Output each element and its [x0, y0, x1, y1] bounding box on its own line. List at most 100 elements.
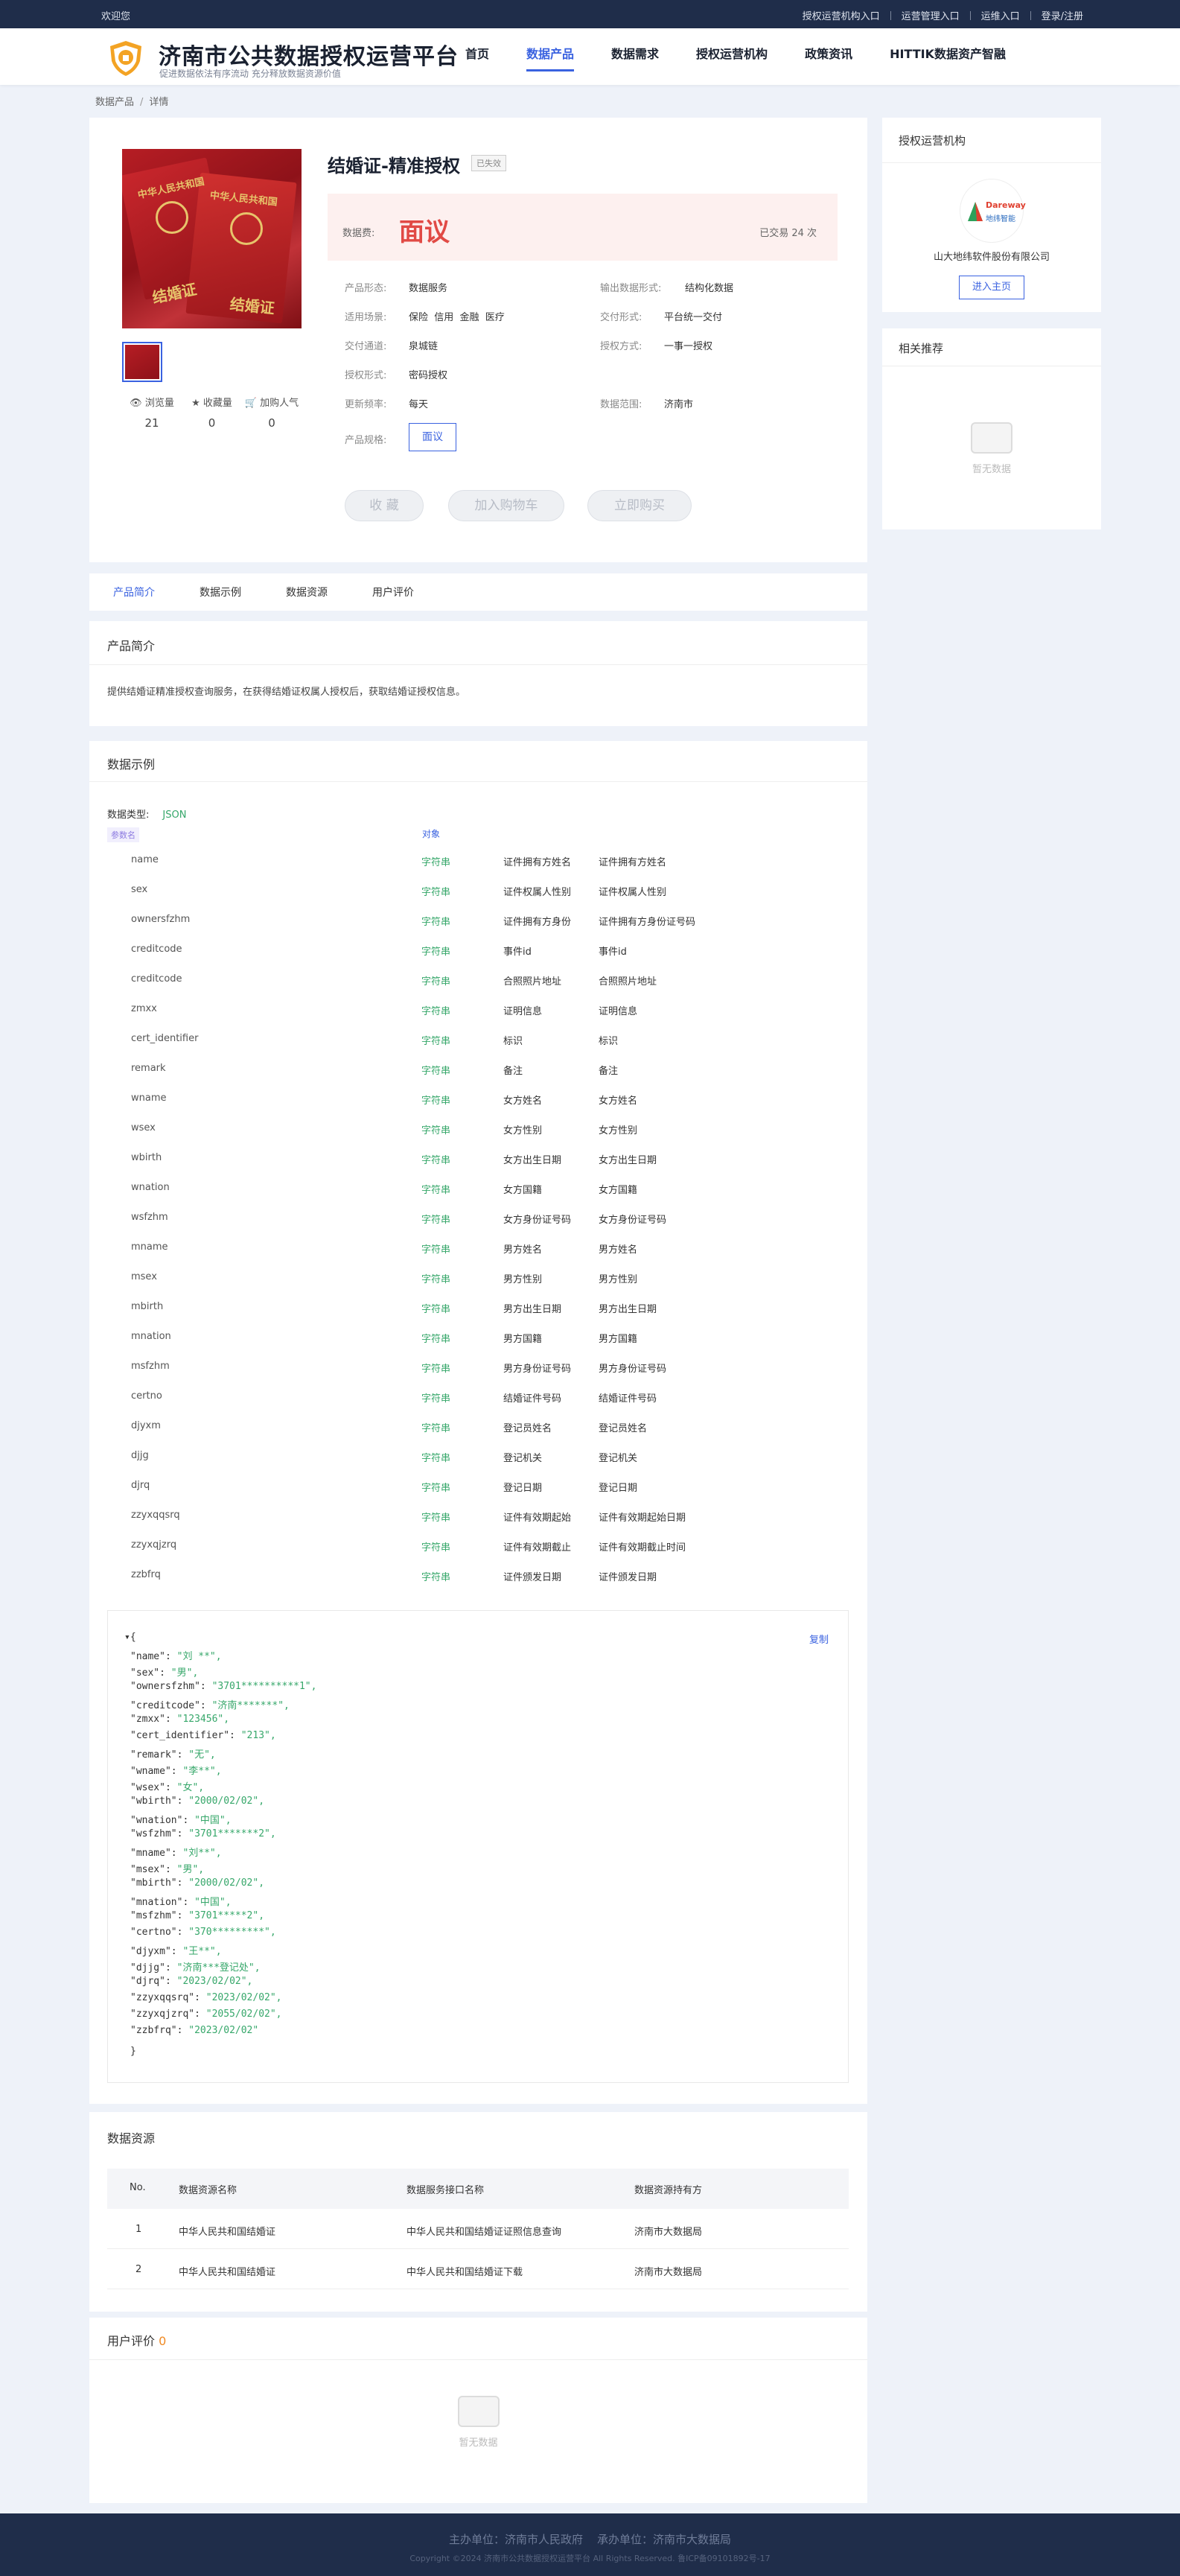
intro-text: 提供结婚证精准授权查询服务，在获得结婚证权属人授权后，获取结婚证授权信息。 [107, 687, 466, 698]
param-name: wsex [131, 1122, 156, 1133]
param-desc: 证明信息 [503, 1006, 543, 1017]
param-type: 字符串 [421, 1572, 451, 1583]
tab-sample[interactable]: 数据示例 [200, 573, 262, 611]
param-desc: 男方身份证号码 [599, 1364, 667, 1375]
param-name: remark [131, 1063, 166, 1074]
json-line: "djjg": "济南***登记处", [130, 1962, 261, 1974]
copy-button[interactable]: 复制 [809, 1632, 829, 1646]
empty-box-icon [971, 422, 1012, 454]
param-name: wname [131, 1093, 167, 1104]
param-desc: 证件拥有方身份 [503, 917, 572, 928]
nav-authorized-orgs[interactable]: 授权运营机构 [696, 28, 768, 85]
ops-entry-link[interactable]: 运营管理入口 [902, 8, 960, 22]
eye-icon: 👁 [130, 398, 142, 409]
param-desc: 男方性别 [599, 1274, 638, 1285]
col-param-name: 参数名 [107, 827, 139, 842]
param-desc: 男方国籍 [503, 1334, 543, 1345]
empty-box-icon [457, 2396, 500, 2427]
param-desc: 备注 [503, 1066, 523, 1077]
star-icon: ★ [191, 398, 200, 409]
tab-reviews[interactable]: 用户评价 [372, 573, 435, 611]
param-type: 字符串 [421, 1215, 451, 1226]
param-name: msfzhm [131, 1361, 170, 1372]
json-line: "mbirth": "2000/02/02", [130, 1877, 265, 1889]
nav-hittik[interactable]: HITTIK数据资产智融 [890, 28, 1006, 85]
org-card: 授权运营机构 Dareway 地纬智能 山大地纬软件股份有限公司 进入主页 [882, 118, 1101, 312]
param-desc: 结婚证件号码 [503, 1393, 562, 1405]
param-desc: 合照照片地址 [599, 976, 657, 988]
param-desc: 女方姓名 [599, 1095, 638, 1107]
json-close: } [130, 2046, 136, 2057]
param-desc: 女方出生日期 [599, 1155, 657, 1166]
buy-now-button[interactable]: 立即购买 [587, 490, 692, 521]
tab-resource[interactable]: 数据资源 [286, 573, 348, 611]
param-name: cert_identifier [131, 1033, 199, 1044]
product-image[interactable]: 中华人民共和国 中华人民共和国 结婚证 结婚证 [122, 149, 302, 328]
param-desc: 女方性别 [503, 1125, 543, 1136]
login-link[interactable]: 登录/注册 [1042, 8, 1083, 22]
param-desc: 证件有效期截止 [503, 1542, 572, 1553]
breadcrumb-data-products[interactable]: 数据产品 [95, 97, 134, 108]
price-value: 面议 [399, 217, 450, 247]
product-thumbnail[interactable] [122, 342, 162, 382]
param-type: 字符串 [421, 1066, 451, 1077]
header: 济南市公共数据授权运营平台 促进数据依法有序流动 充分释放数据资源价值 首页 数… [0, 28, 1180, 85]
json-line: "wname": "李**", [130, 1766, 222, 1777]
nav-data-products[interactable]: 数据产品 [526, 28, 575, 85]
attr-product-form: 产品形态: 数据服务 [345, 283, 448, 294]
param-name: creditcode [131, 973, 182, 985]
price-box: 数据费: 面议 已交易 24 次 [328, 194, 838, 261]
tab-intro[interactable]: 产品简介 [113, 573, 176, 611]
footer: 主办单位：济南市人民政府 承办单位：济南市大数据局 Copyright ©202… [0, 2513, 1180, 2576]
site-title: 济南市公共数据授权运营平台 [159, 44, 459, 70]
json-line: "zzbfrq": "2023/02/02" [130, 2025, 259, 2036]
site-logo-icon[interactable] [106, 39, 145, 77]
json-line: "remark": "无", [130, 1749, 216, 1761]
nav-home[interactable]: 首页 [465, 28, 489, 85]
intro-title: 产品简介 [107, 639, 156, 653]
favorite-button[interactable]: 收 藏 [345, 490, 424, 521]
json-line: "mname": "刘**", [130, 1848, 222, 1859]
param-name: name [131, 854, 159, 865]
param-type: 字符串 [421, 976, 451, 988]
param-desc: 事件id [503, 947, 532, 958]
org-entry-link[interactable]: 授权运营机构入口 [803, 8, 880, 22]
product-stats: 👁 浏览量 21 ★ 收藏量 0 🛒 加购人气 0 [122, 395, 302, 430]
resource-table-header: No. 数据资源名称 数据服务接口名称 数据资源持有方 [107, 2169, 849, 2209]
param-desc: 事件id [599, 947, 627, 958]
price-label: 数据费: [342, 228, 375, 239]
param-type: 字符串 [421, 1423, 451, 1434]
attr-scenario: 适用场景: 保险 信用 金融 医疗 [345, 312, 505, 323]
param-name: zzbfrq [131, 1569, 161, 1580]
attr-delivery-channel: 交付通道: 泉城链 [345, 341, 438, 352]
param-name: zmxx [131, 1003, 157, 1014]
spec-label: 产品规格: [345, 435, 387, 446]
maintenance-entry-link[interactable]: 运维入口 [981, 8, 1020, 22]
param-type: 字符串 [421, 1036, 451, 1047]
detail-tabs: 产品简介 数据示例 数据资源 用户评价 [89, 573, 867, 611]
param-desc: 女方姓名 [503, 1095, 543, 1107]
status-badge: 已失效 [471, 155, 506, 171]
org-homepage-button[interactable]: 进入主页 [959, 276, 1024, 299]
param-desc: 证件拥有方身份证号码 [599, 917, 696, 928]
data-type: 数据类型: JSON [107, 810, 187, 821]
param-name: wbirth [131, 1152, 162, 1163]
param-desc: 女方身份证号码 [503, 1215, 572, 1226]
add-to-cart-button[interactable]: 加入购物车 [448, 490, 564, 521]
json-open[interactable]: ▾{ [124, 1632, 136, 1643]
param-type: 字符串 [421, 1304, 451, 1315]
nav-policy-news[interactable]: 政策资讯 [805, 28, 852, 85]
nav-data-demand[interactable]: 数据需求 [611, 28, 659, 85]
param-name: msex [131, 1271, 157, 1282]
param-desc: 女方性别 [599, 1125, 638, 1136]
spec-option-button[interactable]: 面议 [409, 423, 456, 451]
cart-icon: 🛒 [244, 398, 258, 409]
param-type: 字符串 [421, 1513, 451, 1524]
param-type: 字符串 [421, 1185, 451, 1196]
param-name: wsfzhm [131, 1212, 168, 1223]
param-type: 字符串 [421, 887, 451, 898]
welcome-text: 欢迎您 [101, 11, 131, 22]
param-desc: 女方身份证号码 [599, 1215, 667, 1226]
param-desc: 证件有效期截止时间 [599, 1542, 686, 1553]
param-desc: 备注 [599, 1066, 619, 1077]
